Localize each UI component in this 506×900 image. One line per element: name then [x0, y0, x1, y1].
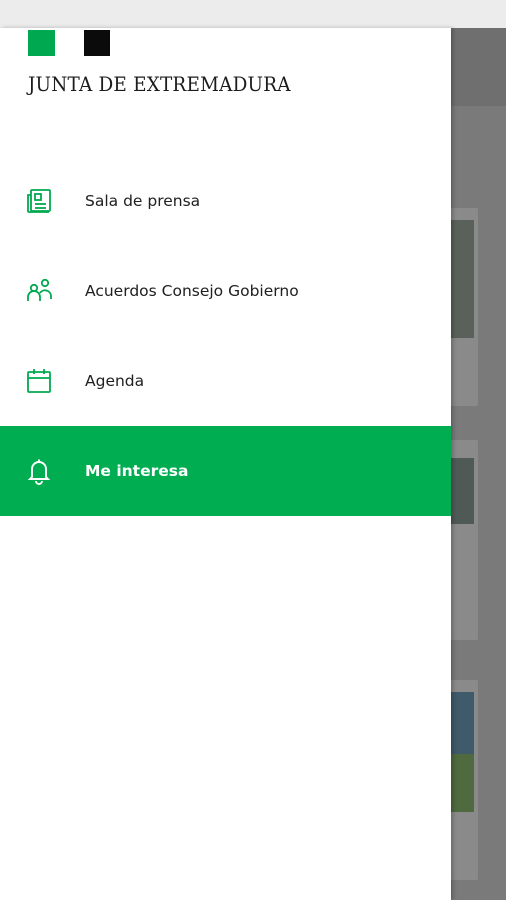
brand-title: JUNTA DE EXTREMADURA: [28, 72, 291, 96]
people-icon: [27, 278, 52, 301]
background-news-card: [450, 680, 478, 880]
status-bar: [0, 0, 506, 28]
menu-item-agenda[interactable]: Agenda: [0, 336, 451, 426]
menu-item-acuerdos-consejo-gobierno[interactable]: Acuerdos Consejo Gobierno: [0, 246, 451, 336]
bell-icon: [27, 459, 51, 485]
background-app-content[interactable]: [450, 28, 506, 900]
background-card-image: [450, 458, 474, 524]
menu-item-label: Sala de prensa: [85, 192, 201, 210]
newspaper-icon: [27, 189, 51, 213]
menu-item-label: Acuerdos Consejo Gobierno: [85, 282, 299, 300]
logo-green-square: [28, 30, 55, 56]
background-news-card: [450, 440, 478, 640]
calendar-icon: [27, 369, 51, 393]
menu-item-label: Me interesa: [85, 462, 189, 480]
background-news-card: [450, 208, 478, 406]
background-card-image: [450, 754, 474, 812]
menu-item-me-interesa[interactable]: Me interesa: [0, 426, 451, 516]
navigation-drawer: JUNTA DE EXTREMADURA Sala de prensa Acue…: [0, 28, 451, 900]
menu-item-sala-de-prensa[interactable]: Sala de prensa: [0, 156, 451, 246]
background-app-bar: [450, 28, 506, 106]
drawer-menu: Sala de prensa Acuerdos Consejo Gobierno…: [0, 156, 451, 516]
menu-item-label: Agenda: [85, 372, 145, 390]
logo-black-square: [84, 30, 110, 56]
background-card-image: [450, 220, 474, 338]
